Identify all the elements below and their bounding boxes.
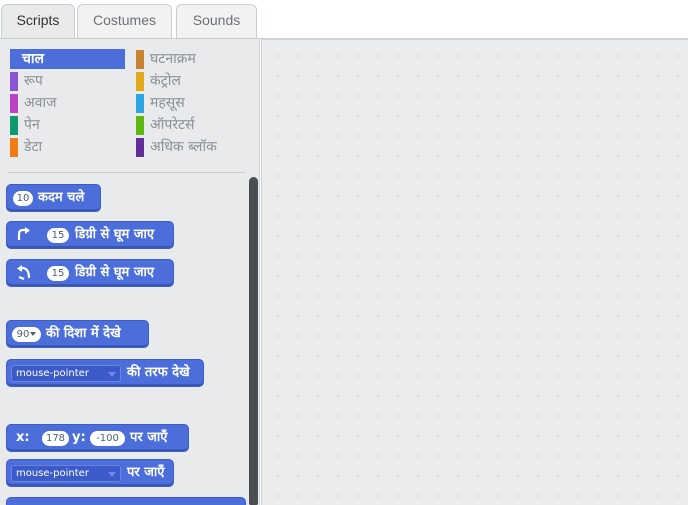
category-label: डेटा	[24, 139, 43, 155]
category-label: अधिक ब्लॉक	[150, 139, 217, 155]
motion-blocks: 10 कदम चले 15 डिग्री से घूम जाए 15 डिग्र…	[0, 179, 248, 505]
tab-costumes[interactable]: Costumes	[77, 4, 172, 38]
palette-scrollbar[interactable]	[249, 177, 258, 505]
direction-value: 90	[16, 329, 30, 340]
category-label: रूप	[24, 73, 43, 89]
category-data[interactable]: डेटा	[10, 137, 125, 157]
category-swatch	[10, 116, 18, 135]
goto-xy-block[interactable]: x: 178 y: -100 पर जाएँ	[6, 424, 189, 452]
block-text: डिग्री से घूम जाए	[75, 227, 155, 242]
category-list: चाल रूप अवाज पेन डेटा घटनाक्रम कंट्रोल म…	[0, 39, 259, 175]
dropdown-value: mouse-pointer	[16, 368, 89, 379]
x-label: x:	[16, 430, 30, 445]
steps-input[interactable]: 10	[13, 191, 33, 206]
category-swatch	[136, 138, 144, 157]
rotate-right-icon	[17, 227, 30, 240]
block-text: की दिशा में देखे	[46, 326, 121, 341]
y-input[interactable]: -100	[90, 431, 125, 446]
category-swatch	[10, 72, 18, 91]
target-dropdown[interactable]: mouse-pointer	[11, 365, 121, 382]
turn-left-block[interactable]: 15 डिग्री से घूम जाए	[6, 259, 174, 287]
category-swatch	[136, 94, 144, 113]
category-label: ऑपरेटर्स	[150, 117, 195, 133]
category-more-blocks[interactable]: अधिक ब्लॉक	[136, 137, 251, 157]
block-text: पर जाएँ	[127, 465, 165, 480]
point-direction-block[interactable]: 90 की दिशा में देखे	[6, 320, 149, 348]
category-label: महसूस	[150, 95, 185, 111]
y-label: y:	[72, 430, 86, 445]
category-label: घटनाक्रम	[150, 51, 196, 67]
chevron-down-icon	[108, 372, 116, 377]
block-palette: चाल रूप अवाज पेन डेटा घटनाक्रम कंट्रोल म…	[0, 39, 260, 505]
category-operators[interactable]: ऑपरेटर्स	[136, 115, 251, 135]
category-swatch	[136, 72, 144, 91]
category-swatch	[10, 94, 18, 113]
move-steps-block[interactable]: 10 कदम चले	[6, 184, 101, 212]
category-label: कंट्रोल	[150, 73, 181, 89]
category-pen[interactable]: पेन	[10, 115, 125, 135]
goto-block[interactable]: mouse-pointer पर जाएँ	[6, 459, 174, 487]
category-swatch	[136, 50, 144, 69]
block-text: कदम चले	[38, 190, 85, 205]
block-text: की तरफ देखे	[127, 365, 190, 380]
point-towards-block[interactable]: mouse-pointer की तरफ देखे	[6, 359, 204, 387]
block-text: पर जाएँ	[130, 430, 168, 445]
dropdown-value: mouse-pointer	[16, 468, 89, 479]
target-dropdown[interactable]: mouse-pointer	[11, 465, 121, 482]
category-events[interactable]: घटनाक्रम	[136, 49, 251, 69]
category-swatch	[10, 138, 18, 157]
tab-scripts[interactable]: Scripts	[1, 4, 75, 40]
category-swatch	[136, 116, 144, 135]
category-label: अवाज	[24, 95, 57, 111]
tab-bar: Scripts Costumes Sounds	[0, 0, 688, 40]
degrees-input[interactable]: 15	[47, 266, 69, 281]
palette-divider	[8, 172, 245, 173]
scripts-area[interactable]	[261, 39, 688, 505]
chevron-down-icon	[108, 472, 116, 477]
category-label: चाल	[22, 51, 45, 67]
dropdown-arrow-icon	[30, 332, 37, 336]
block-text: डिग्री से घूम जाए	[75, 265, 155, 280]
x-input[interactable]: 178	[42, 431, 69, 446]
direction-input[interactable]: 90	[12, 327, 41, 342]
category-control[interactable]: कंट्रोल	[136, 71, 251, 91]
degrees-input[interactable]: 15	[47, 228, 69, 243]
category-motion[interactable]: चाल	[10, 49, 125, 69]
turn-right-block[interactable]: 15 डिग्री से घूम जाए	[6, 221, 174, 249]
category-label: पेन	[24, 117, 40, 133]
category-sound[interactable]: अवाज	[10, 93, 125, 113]
tab-sounds[interactable]: Sounds	[176, 4, 257, 38]
category-looks[interactable]: रूप	[10, 71, 125, 91]
rotate-left-icon	[17, 265, 31, 281]
category-sensing[interactable]: महसूस	[136, 93, 251, 113]
glide-block[interactable]	[6, 497, 246, 505]
